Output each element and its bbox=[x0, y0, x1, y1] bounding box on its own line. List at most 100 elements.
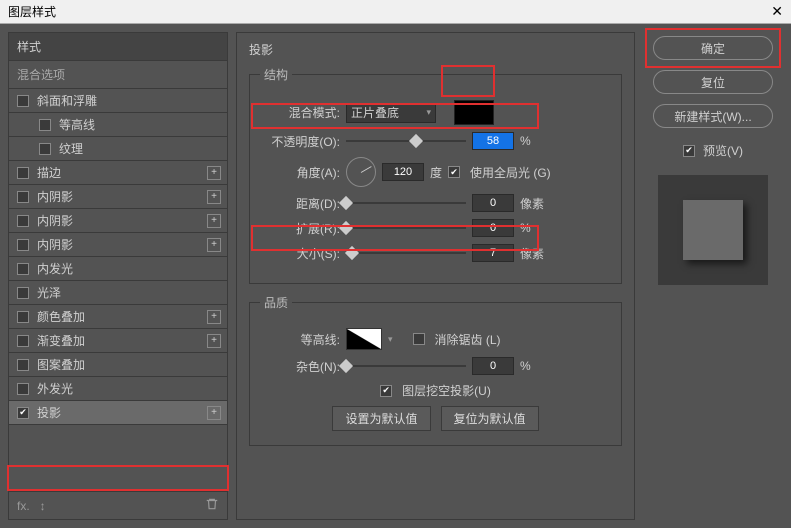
style-label: 图案叠加 bbox=[37, 356, 85, 373]
size-label: 大小(S): bbox=[260, 245, 340, 262]
structure-legend: 结构 bbox=[260, 66, 292, 83]
close-icon[interactable]: ✕ bbox=[771, 3, 783, 20]
quality-legend: 品质 bbox=[260, 294, 292, 311]
style-label: 内阴影 bbox=[37, 212, 73, 229]
spread-slider[interactable] bbox=[346, 221, 466, 235]
chevron-down-icon[interactable]: ▾ bbox=[388, 334, 393, 345]
angle-wheel[interactable] bbox=[346, 157, 376, 187]
updown-icon[interactable]: ↕ bbox=[40, 499, 46, 513]
knockout-checkbox[interactable] bbox=[380, 385, 392, 397]
style-checkbox[interactable] bbox=[17, 359, 29, 371]
distance-slider[interactable] bbox=[346, 196, 466, 210]
plus-icon[interactable]: + bbox=[207, 238, 221, 252]
style-row[interactable]: 投影 + bbox=[9, 401, 227, 425]
style-label: 颜色叠加 bbox=[37, 308, 85, 325]
cancel-button[interactable]: 复位 bbox=[653, 70, 773, 94]
style-checkbox[interactable] bbox=[39, 143, 51, 155]
antialias-label: 消除锯齿 (L) bbox=[435, 331, 501, 348]
style-checkbox[interactable] bbox=[17, 191, 29, 203]
style-checkbox[interactable] bbox=[17, 167, 29, 179]
ok-button[interactable]: 确定 bbox=[653, 36, 773, 60]
styles-header: 样式 bbox=[9, 33, 227, 61]
style-row[interactable]: 内发光 bbox=[9, 257, 227, 281]
noise-slider[interactable] bbox=[346, 359, 466, 373]
contour-label: 等高线: bbox=[260, 331, 340, 348]
style-checkbox[interactable] bbox=[17, 95, 29, 107]
style-checkbox[interactable] bbox=[17, 263, 29, 275]
styles-panel: 样式 混合选项 斜面和浮雕等高线纹理描边+内阴影+内阴影+内阴影+内发光光泽颜色… bbox=[8, 32, 228, 520]
distance-unit: 像素 bbox=[520, 195, 550, 212]
size-input[interactable]: 7 bbox=[472, 244, 514, 262]
noise-input[interactable]: 0 bbox=[472, 357, 514, 375]
distance-input[interactable]: 0 bbox=[472, 194, 514, 212]
preview-checkbox[interactable] bbox=[683, 145, 695, 157]
style-label: 纹理 bbox=[59, 140, 83, 157]
plus-icon[interactable]: + bbox=[207, 406, 221, 420]
style-label: 等高线 bbox=[59, 116, 95, 133]
distance-label: 距离(D): bbox=[260, 195, 340, 212]
style-row[interactable]: 内阴影+ bbox=[9, 233, 227, 257]
preview-swatch bbox=[683, 200, 743, 260]
style-row[interactable]: 颜色叠加 + bbox=[9, 305, 227, 329]
antialias-checkbox[interactable] bbox=[413, 333, 425, 345]
style-label: 渐变叠加 bbox=[37, 332, 85, 349]
style-label: 内发光 bbox=[37, 260, 73, 277]
style-row[interactable]: 渐变叠加 + bbox=[9, 329, 227, 353]
style-row[interactable]: 等高线 bbox=[9, 113, 227, 137]
blend-options[interactable]: 混合选项 bbox=[9, 61, 227, 89]
style-label: 投影 bbox=[37, 404, 61, 421]
style-label: 光泽 bbox=[37, 284, 61, 301]
plus-icon[interactable]: + bbox=[207, 310, 221, 324]
style-checkbox[interactable] bbox=[17, 335, 29, 347]
style-checkbox[interactable] bbox=[17, 215, 29, 227]
fx-icon[interactable]: fx. bbox=[17, 499, 30, 513]
contour-picker[interactable] bbox=[346, 328, 382, 350]
spread-input[interactable]: 0 bbox=[472, 219, 514, 237]
style-row[interactable]: 光泽 bbox=[9, 281, 227, 305]
plus-icon[interactable]: + bbox=[207, 166, 221, 180]
preview-label: 预览(V) bbox=[703, 142, 743, 159]
style-row[interactable]: 纹理 bbox=[9, 137, 227, 161]
reset-default-button[interactable]: 复位为默认值 bbox=[441, 406, 539, 431]
dialog-buttons: 确定 复位 新建样式(W)... 预览(V) bbox=[643, 32, 783, 520]
style-row[interactable]: 描边 + bbox=[9, 161, 227, 185]
noise-unit: % bbox=[520, 359, 550, 373]
effect-title: 投影 bbox=[249, 41, 622, 58]
style-checkbox[interactable] bbox=[17, 287, 29, 299]
style-checkbox[interactable] bbox=[17, 311, 29, 323]
angle-input[interactable]: 120 bbox=[382, 163, 424, 181]
chevron-down-icon: ▾ bbox=[426, 107, 431, 118]
quality-group: 品质 等高线: ▾ 消除锯齿 (L) 杂色(N): 0 % 图层挖空投影(U) … bbox=[249, 294, 622, 446]
structure-group: 结构 混合模式: 正片叠底 ▾ 不透明度(O): 58 % 角度(A): 120 bbox=[249, 66, 622, 284]
global-light-checkbox[interactable] bbox=[448, 166, 460, 178]
opacity-input[interactable]: 58 bbox=[472, 132, 514, 150]
trash-icon[interactable] bbox=[205, 497, 219, 514]
styles-footer: fx. ↕ bbox=[9, 491, 227, 519]
set-default-button[interactable]: 设置为默认值 bbox=[332, 406, 430, 431]
style-label: 内阴影 bbox=[37, 188, 73, 205]
style-label: 描边 bbox=[37, 164, 61, 181]
spread-label: 扩展(R): bbox=[260, 220, 340, 237]
style-row[interactable]: 斜面和浮雕 bbox=[9, 89, 227, 113]
style-checkbox[interactable] bbox=[17, 383, 29, 395]
plus-icon[interactable]: + bbox=[207, 214, 221, 228]
color-swatch[interactable] bbox=[454, 100, 494, 125]
blendmode-select[interactable]: 正片叠底 ▾ bbox=[346, 103, 436, 123]
plus-icon[interactable]: + bbox=[207, 190, 221, 204]
size-slider[interactable] bbox=[346, 246, 466, 260]
style-row[interactable]: 内阴影 + bbox=[9, 185, 227, 209]
new-style-button[interactable]: 新建样式(W)... bbox=[653, 104, 773, 128]
style-row[interactable]: 外发光 bbox=[9, 377, 227, 401]
blendmode-label: 混合模式: bbox=[260, 104, 340, 121]
titlebar: 图层样式 ✕ bbox=[0, 0, 791, 24]
opacity-slider[interactable] bbox=[346, 134, 466, 148]
style-checkbox[interactable] bbox=[17, 407, 29, 419]
style-row[interactable]: 图案叠加 bbox=[9, 353, 227, 377]
style-checkbox[interactable] bbox=[39, 119, 51, 131]
style-row[interactable]: 内阴影 + bbox=[9, 209, 227, 233]
blendmode-value: 正片叠底 bbox=[351, 104, 399, 121]
angle-label: 角度(A): bbox=[260, 164, 340, 181]
plus-icon[interactable]: + bbox=[207, 334, 221, 348]
spread-unit: % bbox=[520, 221, 550, 235]
style-checkbox[interactable] bbox=[17, 239, 29, 251]
